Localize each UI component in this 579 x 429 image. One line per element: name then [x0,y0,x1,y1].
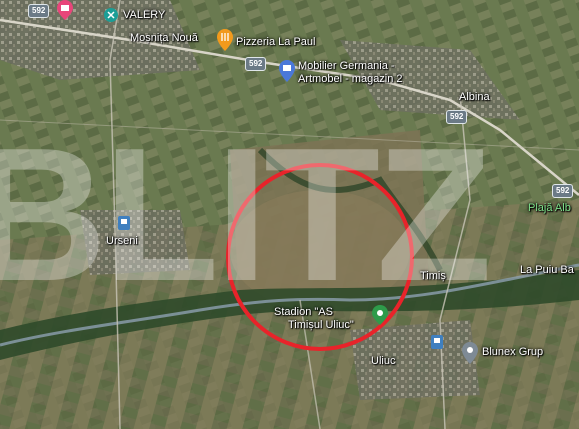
place-label-stadion-line1[interactable]: Stadion "AS [274,306,333,319]
road-shield: 592 [28,4,50,18]
place-label-blunex[interactable]: Blunex Grup [482,346,543,359]
pizza-icon[interactable] [217,29,233,51]
place-label-mobilier-line2[interactable]: Artmobel - magazin 2 [298,73,403,86]
shopping-icon[interactable] [57,0,73,20]
road-shield: 592 [552,184,574,198]
store-icon[interactable] [279,60,295,82]
place-label-uliuc[interactable]: Uliuc [371,355,395,368]
river-label-timis: Timiș [420,270,446,282]
watermark: BLITZ [0,109,492,321]
road-shield: 592 [446,110,468,124]
place-label-plaja[interactable]: Plajă Alb [528,202,571,215]
place-icon[interactable] [462,342,478,364]
place-label-urseni[interactable]: Urseni [106,235,138,248]
place-label-mosnita-noua[interactable]: Moșnița Nouă [130,32,198,45]
transit-icon[interactable] [431,335,443,349]
park-icon[interactable] [372,305,388,325]
place-label-pizzeria[interactable]: Pizzeria La Paul [236,36,316,49]
road-shield: 592 [245,57,267,71]
tag-icon[interactable] [104,8,118,22]
satellite-map[interactable]: BLITZ 592 592 592 592 VALERY Moșnița Nou… [0,0,579,429]
place-label-stadion-line2[interactable]: Timișul Uliuc" [288,319,354,332]
place-label-mobilier-line1[interactable]: Mobilier Germania - [298,60,395,73]
place-label-la-puiu[interactable]: La Puiu Ba [520,264,574,277]
transit-icon[interactable] [118,216,130,230]
place-label-albina[interactable]: Albina [459,91,490,104]
place-label-valery[interactable]: VALERY [123,9,165,22]
